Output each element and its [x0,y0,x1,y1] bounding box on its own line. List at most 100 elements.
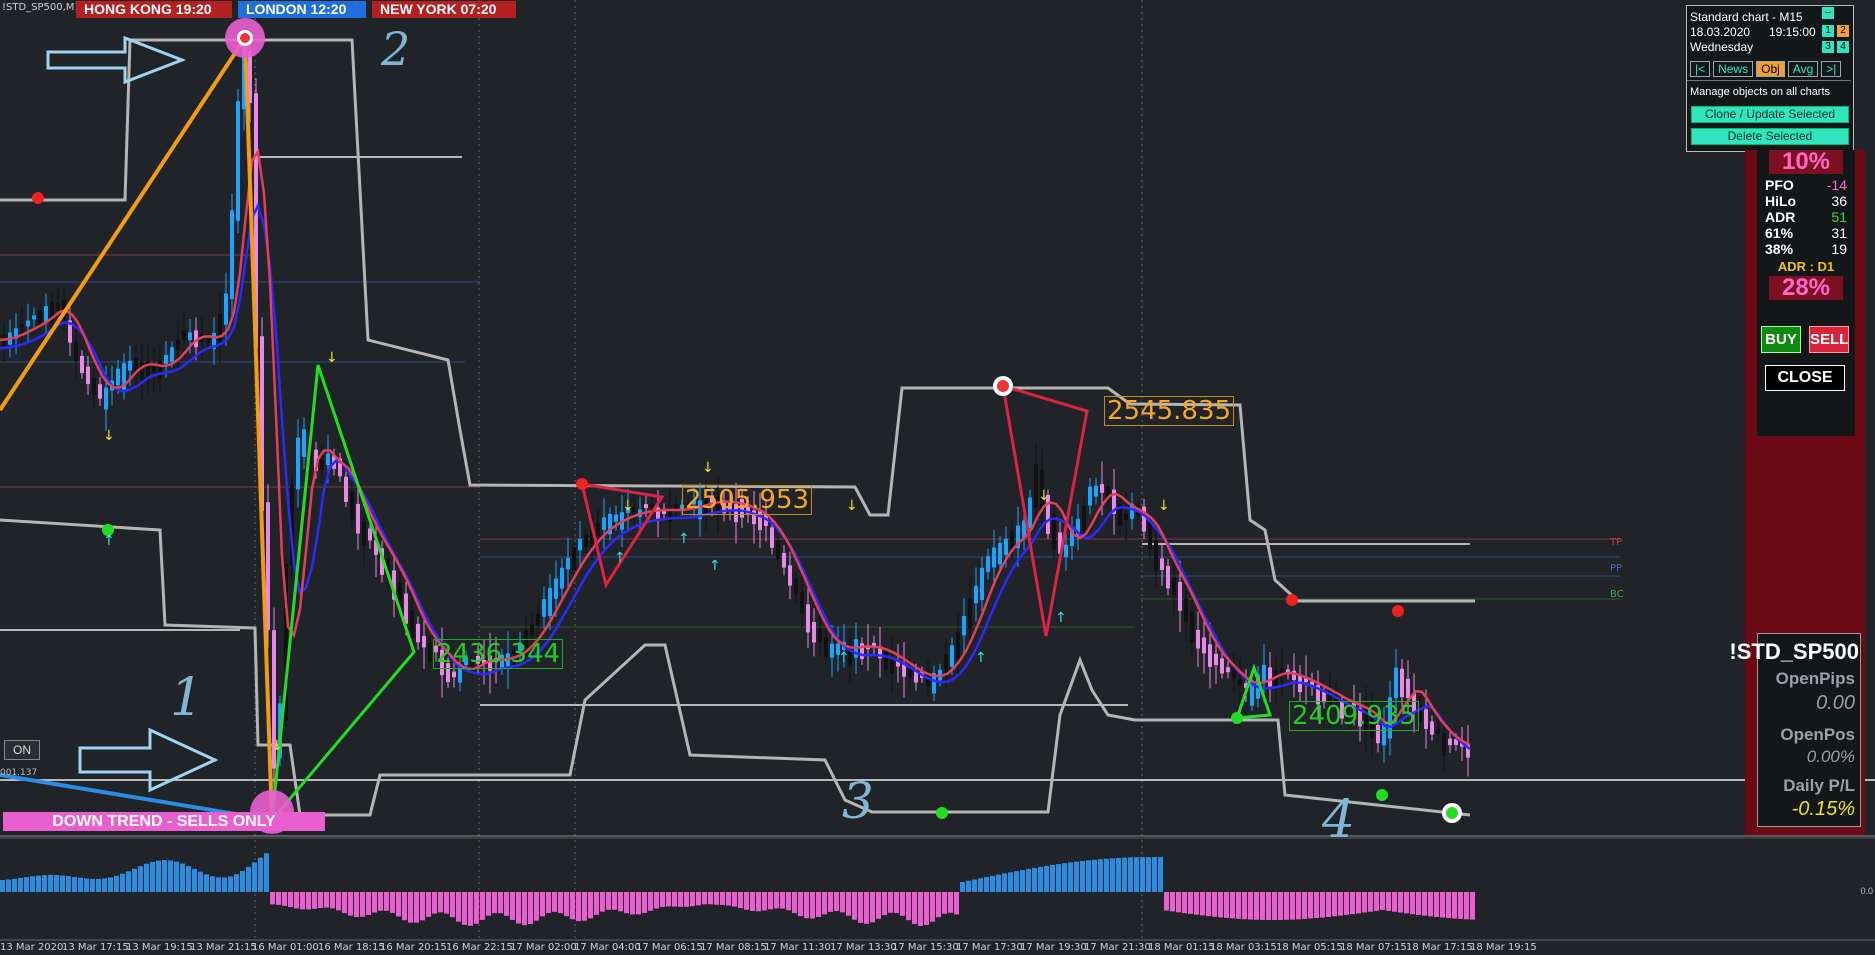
histogram-bar-positive [102,878,107,892]
delete-selected-button[interactable]: Delete Selected [1691,128,1849,145]
candle-body [164,354,168,364]
histogram-bar-positive [66,876,71,892]
histogram-bar-positive [36,875,41,892]
last-bar-button[interactable]: >| [1821,61,1842,77]
histogram-bar-negative [498,892,503,914]
time-axis-label: 17 Mar 21:30 [1084,942,1151,953]
histogram-bar-negative [630,892,635,915]
candle-body [596,523,600,536]
histogram-bar-negative [462,892,467,925]
candle-body [1196,629,1200,649]
candle-body [614,514,618,522]
candle-body [296,437,300,490]
histogram-bar-negative [1200,892,1205,916]
histogram-bar-positive [30,876,35,892]
candle-body [830,643,834,658]
histogram-bar-negative [564,892,569,917]
histogram-bar-negative [318,892,323,908]
candle-body [884,652,888,670]
histogram-bar-negative [666,892,671,907]
histogram-bar-positive [1116,857,1121,892]
buy-button[interactable]: BUY [1761,326,1801,353]
candle-body [980,567,984,601]
candle-body [158,359,162,380]
up-arrow-signal: ↑ [103,533,115,549]
histogram-bar-negative [1470,892,1475,920]
histogram-bar-positive [1062,863,1067,892]
histogram-bar-negative [858,892,863,923]
histogram-bar-negative [912,892,917,925]
box-1-button[interactable]: 1 [1822,25,1834,37]
histogram-bar-positive [246,866,251,892]
avg-button[interactable]: Avg [1787,61,1819,77]
histogram-bar-negative [534,892,539,921]
histogram-bar-negative [690,892,695,907]
wave-label-3: 3 [842,772,874,830]
chart-title: !STD_SP500,M15 [2,2,88,13]
candle-body [1394,667,1398,699]
histogram-bar-negative [270,892,275,905]
candle-body [452,671,456,678]
histogram-bar-negative [684,892,689,907]
histogram-bar-positive [1038,866,1043,892]
signal-dot [1446,807,1458,819]
box-3-button[interactable]: 3 [1822,41,1834,53]
histogram-bar-negative [924,892,929,925]
histogram-bar-negative [324,892,329,908]
sell-button[interactable]: SELL [1809,326,1849,353]
histogram-bar-negative [1296,892,1301,920]
candle-body [1124,512,1128,520]
histogram-bar-positive [1026,868,1031,892]
histogram-bar-negative [1464,892,1469,920]
histogram-bar-negative [1410,892,1415,915]
histogram-bar-negative [1332,892,1337,917]
box-4-button[interactable]: 4 [1837,41,1849,53]
histogram-bar-negative [768,892,773,910]
histogram-bar-negative [750,892,755,911]
obj-button[interactable]: Obj [1756,61,1785,77]
candle-body [1064,544,1068,558]
candle-body [56,303,60,312]
close-button[interactable]: CLOSE [1765,365,1845,391]
clone-update-button[interactable]: Clone / Update Selected [1691,106,1849,123]
histogram-bar-negative [468,892,473,926]
first-bar-button[interactable]: |< [1690,61,1711,77]
box-2-button[interactable]: 2 [1837,25,1849,37]
candle-body [1172,577,1176,595]
histogram-bar-negative [492,892,497,914]
news-button[interactable]: News [1713,61,1754,77]
stats-panel: 10% PFO -14 HiLo 36 ADR 51 61% 31 38% 19… [1729,150,1865,835]
histogram-bar-negative [1194,892,1199,915]
candle-body [950,645,954,667]
histogram-bar-negative [636,892,641,915]
on-toggle[interactable]: ON [4,740,40,760]
histogram-bar-positive [198,871,203,892]
candle-body [1166,566,1170,589]
histogram-bar-negative [504,892,509,916]
candle-body [554,578,558,599]
level-marker-tp: TP [1610,537,1623,548]
up-arrow-signal: ↑ [709,558,721,574]
histogram-bar-positive [228,876,233,892]
histogram-bar-negative [360,892,365,917]
histogram-bar-negative [720,892,725,905]
candle-body [956,631,960,659]
time-axis-label: 17 Mar 02:00 [510,942,577,953]
candle-body [1010,530,1014,550]
histogram-bar-negative [870,892,875,923]
candle-body [968,599,972,629]
candle-body [116,368,120,386]
adr-value: 51 [1831,209,1847,225]
histogram-bar-positive [1152,857,1157,892]
minimize-button[interactable]: – [1822,7,1834,19]
histogram-bar-negative [528,892,533,925]
histogram-bar-negative [798,892,803,917]
histogram-bar-negative [792,892,797,914]
histogram-bar-positive [1128,857,1133,892]
histogram-bar-positive [1080,860,1085,892]
candle-body [800,591,804,613]
pfo-label: PFO [1765,177,1794,193]
histogram-bar-negative [642,892,647,913]
time-axis-label: 16 Mar 22:15 [446,942,513,953]
time-axis-label: 18 Mar 19:15 [1470,942,1537,953]
